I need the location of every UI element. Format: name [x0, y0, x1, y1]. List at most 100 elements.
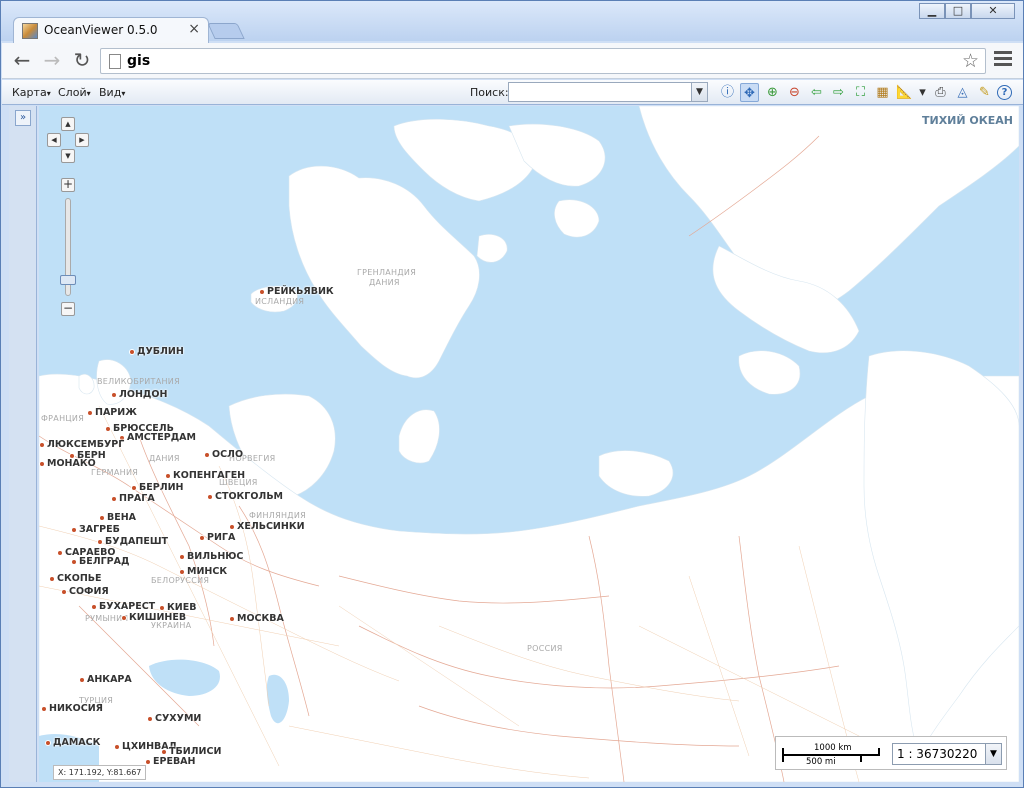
reload-button[interactable]: ↻ [70, 49, 94, 73]
collapsed-side-panel: » [9, 106, 37, 782]
city-marker-icon [99, 514, 105, 521]
city-name: КИЕВ [167, 602, 197, 613]
city-name: ОСЛО [212, 449, 244, 460]
city-label: АНКАРА [79, 674, 132, 685]
pan-down-button[interactable]: ▼ [61, 149, 75, 163]
city-name: КИШИНЕВ [129, 612, 187, 623]
menu-layer[interactable]: Слой▾ [58, 86, 91, 99]
country-label: РОССИЯ [527, 644, 563, 653]
zoom-in-button[interactable]: + [61, 178, 75, 192]
full-extent-icon[interactable]: ⛶ [851, 83, 870, 102]
city-marker-icon [79, 676, 85, 683]
city-name: СТОКГОЛЬМ [215, 491, 284, 502]
city-name: АНКАРА [87, 674, 132, 685]
country-label: ВЕЛИКОБРИТАНИЯ [97, 377, 180, 386]
city-label: СКОПЬЕ [49, 573, 102, 584]
zoom-in-icon[interactable]: ⊕ [763, 83, 782, 102]
scale-select[interactable]: 1 : 36730220 ▼ [892, 743, 1002, 765]
city-marker-icon [39, 441, 45, 448]
search-input[interactable]: ▼ [508, 82, 708, 102]
city-name: ВЕНА [107, 512, 137, 523]
city-marker-icon [199, 534, 205, 541]
measure-dropdown-icon[interactable]: ▾ [913, 83, 932, 102]
layer-table-icon[interactable]: ▦ [873, 83, 892, 102]
menu-map[interactable]: Карта▾ [12, 86, 51, 99]
address-bar[interactable]: gis ☆ [100, 48, 986, 74]
pan-left-button[interactable]: ◀ [47, 133, 61, 147]
new-tab-button[interactable] [207, 23, 245, 39]
city-marker-icon [161, 748, 167, 755]
browser-menu-icon[interactable] [994, 51, 1012, 69]
city-name: АМСТЕРДАМ [127, 432, 196, 443]
window-controls: ▁ □ ✕ [919, 3, 1015, 19]
browser-navbar: ← → ↻ gis ☆ [2, 43, 1023, 79]
zoom-out-button[interactable]: − [61, 302, 75, 316]
pan-right-button[interactable]: ▶ [75, 133, 89, 147]
city-name: КОПЕНГАГЕН [173, 470, 246, 481]
next-extent-icon[interactable]: ⇨ [829, 83, 848, 102]
chevron-down-icon: ▾ [121, 89, 126, 98]
edit-icon[interactable]: ✎ [975, 83, 994, 102]
city-marker-icon [61, 588, 67, 595]
cursor-coordinates: X: 171.192, Y:81.667 [53, 765, 147, 780]
help-icon[interactable]: ? [997, 85, 1012, 100]
city-name: СУХУМИ [155, 713, 202, 724]
city-name: ПАРИЖ [95, 407, 137, 418]
menu-view[interactable]: Вид▾ [99, 86, 125, 99]
city-label: МОСКВА [229, 613, 284, 624]
city-marker-icon [147, 715, 153, 722]
bookmark-star-icon[interactable]: ☆ [962, 50, 979, 72]
city-name: НИКОСИЯ [49, 703, 103, 714]
city-label: ЛЮКСЕМБУРГ [39, 439, 124, 450]
info-icon[interactable]: ⓘ [718, 83, 737, 102]
expand-panel-button[interactable]: » [15, 110, 31, 126]
previous-extent-icon[interactable]: ⇦ [807, 83, 826, 102]
city-name: БУХАРЕСТ [99, 601, 156, 612]
title-bar: OceanViewer 0.5.0 × ▁ □ ✕ [1, 1, 1023, 43]
pacific-ocean-label: ТИХИЙ ОКЕАН [921, 114, 1013, 127]
back-button[interactable]: ← [10, 49, 34, 73]
scale-bar-tick-left [782, 748, 784, 762]
country-label: ФИНЛЯНДИЯ [249, 511, 306, 520]
app-toolbar: Карта▾ Слой▾ Вид▾ Поиск: ▼ ⓘ ✥ ⊕ ⊖ ⇦ ⇨ ⛶ ▦ 📐 ▾ ⎙ ◬ ✎… [2, 80, 1023, 105]
print-icon[interactable]: ⎙ [931, 83, 950, 102]
city-name: ЛОНДОН [119, 389, 168, 400]
page-icon [109, 54, 121, 69]
forward-button[interactable]: → [40, 49, 64, 73]
browser-tab[interactable]: OceanViewer 0.5.0 × [13, 17, 209, 43]
city-marker-icon [97, 538, 103, 545]
city-name: МОНАКО [47, 458, 96, 469]
search-dropdown-button[interactable]: ▼ [691, 83, 707, 101]
city-label: ОСЛО [204, 449, 243, 460]
city-label: ВИЛЬНЮС [179, 551, 243, 562]
city-marker-icon [71, 558, 77, 565]
city-marker-icon [49, 575, 55, 582]
map-viewport[interactable]: ТИХИЙ ОКЕАН ГРЕНЛАНДИЯ ДАНИЯ ИСЛАНДИЯ ВЕЛИК… [39, 106, 1019, 782]
scale-dropdown-button[interactable]: ▼ [985, 744, 1001, 764]
city-label: ХЕЛЬСИНКИ [229, 521, 305, 532]
city-marker-icon [229, 523, 235, 530]
city-label: БЕЛГРАД [71, 556, 129, 567]
measure-icon[interactable]: 📐 [895, 83, 914, 102]
chart-icon[interactable]: ◬ [953, 83, 972, 102]
maximize-button[interactable]: □ [945, 3, 971, 19]
menu-map-label: Карта [12, 86, 47, 99]
zoom-out-icon[interactable]: ⊖ [785, 83, 804, 102]
pan-up-button[interactable]: ▲ [61, 117, 75, 131]
scale-select-value: 1 : 36730220 [897, 747, 978, 761]
address-text[interactable]: gis [127, 53, 150, 69]
city-marker-icon [111, 391, 117, 398]
city-marker-icon [87, 409, 93, 416]
city-marker-icon [131, 484, 137, 491]
pan-icon[interactable]: ✥ [740, 83, 759, 102]
city-name: ЕРЕВАН [153, 756, 196, 767]
close-window-button[interactable]: ✕ [971, 3, 1015, 19]
zoom-slider-thumb[interactable] [60, 275, 76, 285]
city-marker-icon [39, 460, 45, 467]
minimize-button[interactable]: ▁ [919, 3, 945, 19]
tab-close-icon[interactable]: × [188, 21, 200, 37]
city-marker-icon [57, 549, 63, 556]
city-label: БУХАРЕСТ [91, 601, 155, 612]
city-marker-icon [159, 604, 165, 611]
city-marker-icon [41, 705, 47, 712]
